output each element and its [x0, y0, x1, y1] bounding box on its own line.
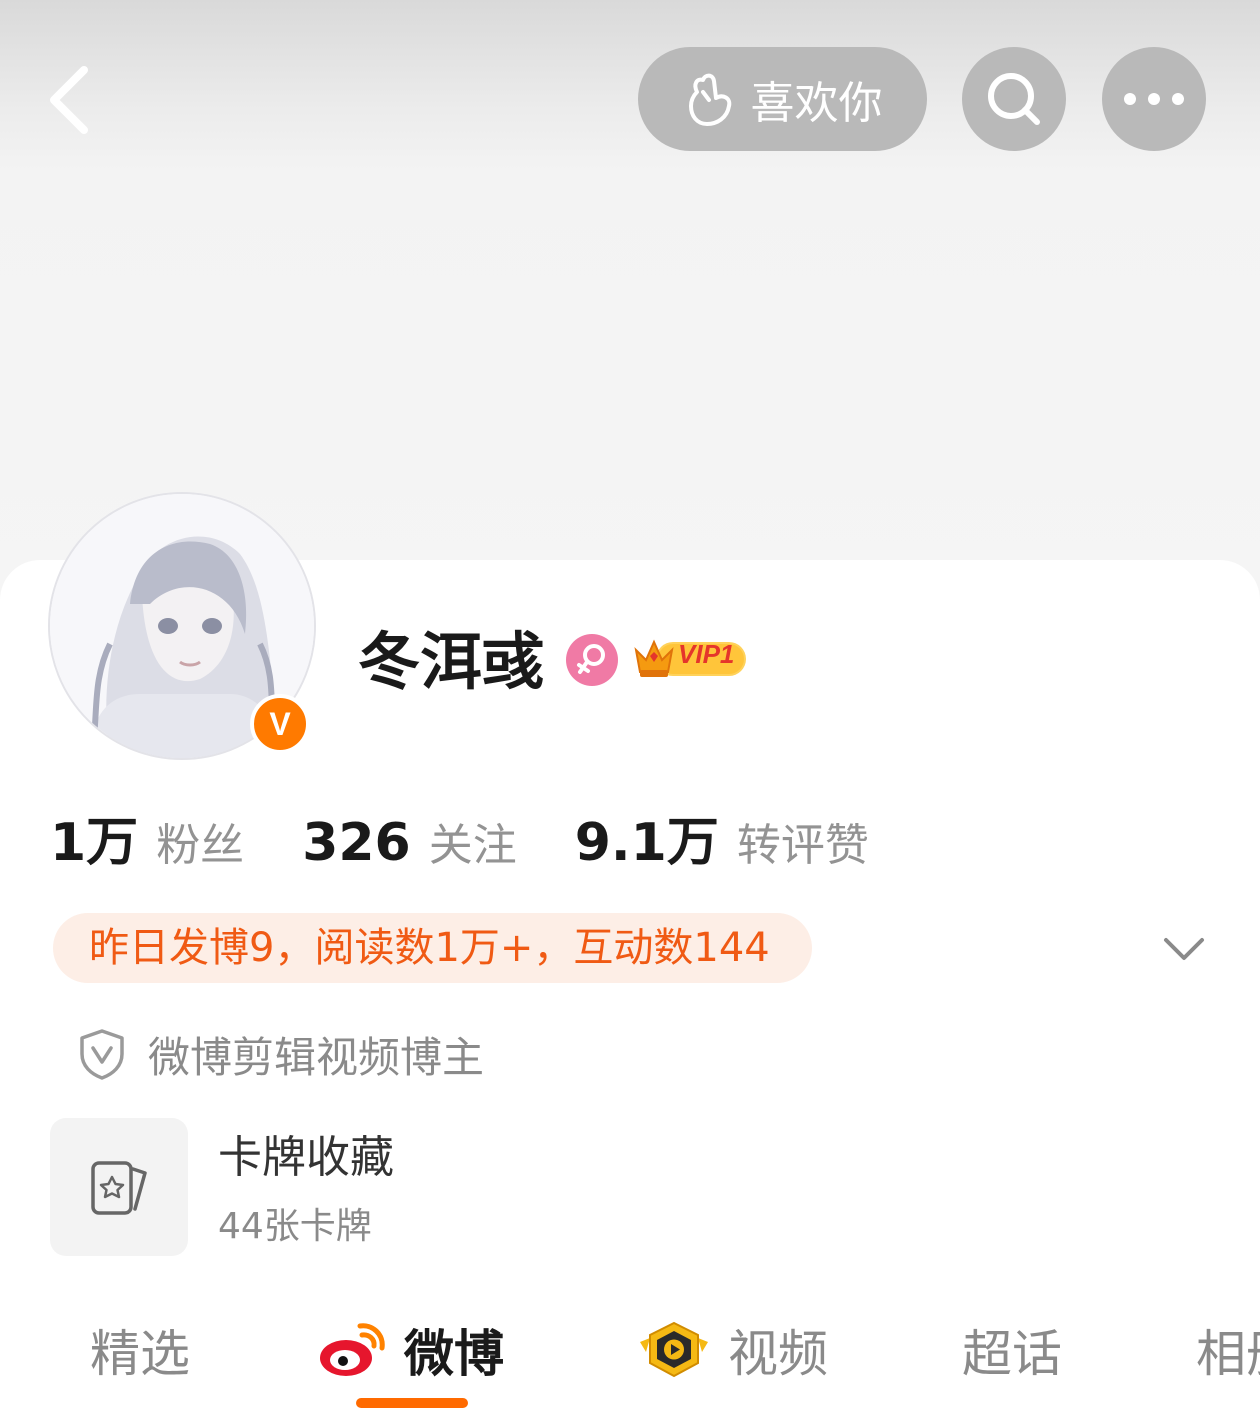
tab-label: 精选: [90, 1325, 190, 1383]
stat-value: 1万: [50, 813, 139, 873]
stat-value: 9.1万: [574, 813, 719, 873]
back-button[interactable]: [40, 60, 100, 140]
tab-video[interactable]: 视频: [636, 1300, 828, 1400]
video-play-icon: [640, 1321, 708, 1378]
tab-album[interactable]: 相册: [1196, 1300, 1260, 1400]
expand-button[interactable]: [1160, 928, 1208, 968]
tab-featured[interactable]: 精选: [90, 1300, 190, 1400]
more-button[interactable]: [1102, 47, 1206, 151]
top-bar: 喜欢你: [0, 0, 1260, 200]
search-button[interactable]: [962, 47, 1066, 151]
stat-label: 关注: [428, 820, 517, 871]
verified-badge-letter: V: [269, 705, 291, 742]
tab-label: 超话: [962, 1325, 1062, 1383]
vip-label: VIP1: [678, 639, 735, 669]
search-icon: [988, 73, 1040, 125]
like-you-button[interactable]: 喜欢你: [638, 47, 927, 151]
stat-followers[interactable]: 1万 粉丝: [50, 800, 244, 875]
tab-label: 微博: [404, 1325, 504, 1383]
like-you-label: 喜欢你: [750, 78, 883, 129]
daily-summary[interactable]: 昨日发博9，阅读数1万+，互动数144: [53, 913, 812, 983]
stat-following[interactable]: 326 关注: [302, 809, 517, 873]
tab-super-topic[interactable]: 超话: [962, 1300, 1062, 1400]
stat-label: 转评赞: [736, 820, 869, 871]
weibo-logo-icon: [320, 1323, 385, 1376]
stat-value: 326: [302, 813, 411, 873]
tab-label: 视频: [728, 1325, 828, 1383]
username: 冬洱彧: [358, 625, 545, 698]
vip-badge[interactable]: VIP1: [632, 634, 748, 682]
gender-badge: [566, 634, 618, 686]
shield-v-icon: [80, 1029, 124, 1080]
verified-badge: V: [250, 694, 310, 754]
hand-heart-icon: [688, 73, 731, 126]
profile-tabs: 精选 微博 视频 超话 相册: [0, 1300, 1260, 1412]
more-dots-icon: [1124, 93, 1184, 105]
tab-weibo[interactable]: 微博: [318, 1300, 504, 1400]
active-tab-indicator: [356, 1398, 468, 1408]
tab-label: 相册: [1196, 1325, 1260, 1383]
verification-text: 微博剪辑视频博主: [148, 1032, 485, 1082]
card-star-icon: [91, 1161, 147, 1215]
chevron-left-icon: [50, 66, 88, 134]
stat-label: 粉丝: [156, 820, 245, 871]
card-collection-count: 44张卡牌: [218, 1206, 372, 1247]
chevron-down-icon: [1164, 938, 1204, 960]
card-collection-tile[interactable]: [50, 1118, 188, 1256]
female-icon: [577, 644, 605, 674]
stats-row: 1万 粉丝 326 关注 9.1万 转评赞: [50, 800, 927, 880]
card-collection-title[interactable]: 卡牌收藏: [218, 1128, 394, 1188]
verification-row[interactable]: 微博剪辑视频博主: [78, 1022, 484, 1086]
stat-engagement[interactable]: 9.1万 转评赞: [575, 800, 869, 875]
